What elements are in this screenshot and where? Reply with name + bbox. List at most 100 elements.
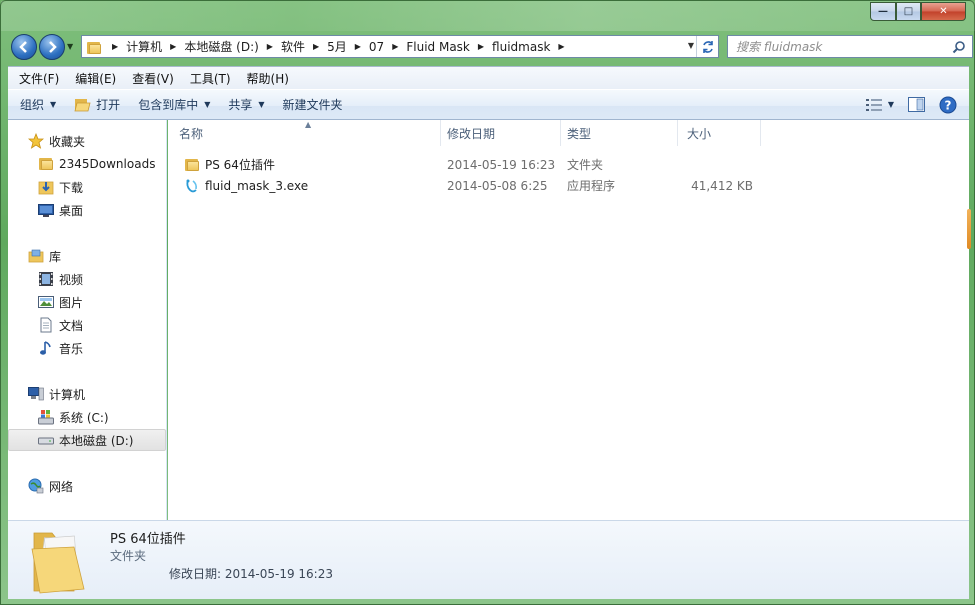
menu-edit[interactable]: 编辑(E) <box>67 70 124 87</box>
help-icon[interactable]: ? <box>939 96 957 114</box>
sidebar-item-network[interactable]: 网络 <box>8 475 166 497</box>
sidebar-item-videos[interactable]: 视频 <box>8 268 166 290</box>
breadcrumb-item[interactable]: fluidmask <box>492 40 550 54</box>
music-note-icon <box>40 341 51 355</box>
sidebar-item-favorites[interactable]: 收藏夹 <box>8 130 166 152</box>
share-label: 共享 <box>228 98 253 112</box>
sidebar-item-label: 下载 <box>59 180 84 195</box>
chevron-right-icon[interactable]: ▶ <box>478 42 484 51</box>
network-icon <box>28 478 44 494</box>
organize-button[interactable]: 组织 ▼ <box>8 90 65 119</box>
details-item-type: 文件夹 <box>110 549 147 563</box>
sort-ascending-icon: ▲ <box>305 120 312 129</box>
close-button[interactable]: ✕ <box>921 2 966 21</box>
breadcrumb-item[interactable]: 软件 <box>281 38 305 55</box>
column-header-type[interactable]: 类型 <box>556 120 678 146</box>
sidebar-item-label: 库 <box>49 249 62 264</box>
file-size: 41,412 KB <box>691 178 753 193</box>
refresh-button[interactable] <box>696 36 718 57</box>
view-controls: ▼ ? <box>865 90 957 119</box>
details-item-date: 修改日期: 2014-05-19 16:23 <box>169 567 333 581</box>
address-bar[interactable]: ▶ 计算机 ▶ 本地磁盘 (D:) ▶ 软件 ▶ 5月 ▶ 07 ▶ Fluid… <box>81 35 719 58</box>
file-name: fluid_mask_3.exe <box>205 178 309 193</box>
maximize-button[interactable]: □ <box>896 2 921 21</box>
sidebar-item-label: 音乐 <box>59 341 84 356</box>
file-name-cell: PS 64位插件 <box>184 154 275 175</box>
chevron-right-icon[interactable]: ▶ <box>313 42 319 51</box>
forward-button[interactable] <box>39 34 65 60</box>
include-in-library-button[interactable]: 包含到库中 ▼ <box>129 90 219 119</box>
breadcrumb-item[interactable]: Fluid Mask <box>406 40 470 54</box>
menu-tools[interactable]: 工具(T) <box>182 70 239 87</box>
sidebar-item-label: 网络 <box>49 479 74 494</box>
star-icon <box>28 133 44 149</box>
sidebar-item-music[interactable]: 音乐 <box>8 337 166 359</box>
details-pane: PS 64位插件 文件夹 修改日期: 2014-05-19 16:23 <box>8 520 969 599</box>
minimize-button[interactable]: — <box>870 2 896 21</box>
sidebar-item-downloads[interactable]: 下载 <box>8 176 166 198</box>
file-name-cell: fluid_mask_3.exe <box>184 175 308 196</box>
open-folder-icon <box>74 99 91 112</box>
search-placeholder: 搜索 fluidmask <box>736 40 823 54</box>
menu-file[interactable]: 文件(F) <box>11 70 67 87</box>
file-date: 2014-05-08 6:25 <box>447 178 548 193</box>
include-in-library-label: 包含到库中 <box>138 98 199 112</box>
organize-label: 组织 <box>20 98 45 112</box>
share-button[interactable]: 共享 ▼ <box>219 90 273 119</box>
breadcrumb-item[interactable]: 计算机 <box>126 38 162 55</box>
details-view-icon <box>865 98 882 111</box>
column-header-label: 修改日期 <box>447 126 496 141</box>
system-drive-icon <box>38 410 54 425</box>
computer-icon <box>28 387 44 401</box>
refresh-icon <box>702 40 713 53</box>
preview-pane-icon[interactable] <box>908 97 925 112</box>
chevron-right-icon[interactable]: ▶ <box>267 42 273 51</box>
search-icon[interactable] <box>952 40 966 54</box>
menu-view[interactable]: 查看(V) <box>124 70 182 87</box>
chevron-right-icon[interactable]: ▶ <box>112 42 118 51</box>
column-headers: 名称 ▲ 修改日期 类型 大小 <box>168 120 969 146</box>
chevron-down-icon[interactable]: ▼ <box>888 100 894 109</box>
sidebar-item-documents[interactable]: 文档 <box>8 314 166 336</box>
details-item-name: PS 64位插件 <box>110 532 186 547</box>
large-folder-icon <box>31 532 85 594</box>
sidebar-item-drive-c[interactable]: 系统 (C:) <box>8 406 166 428</box>
sidebar-item-libraries[interactable]: 库 <box>8 245 166 267</box>
sidebar-item-pictures[interactable]: 图片 <box>8 291 166 313</box>
breadcrumb-item[interactable]: 5月 <box>327 38 347 55</box>
new-folder-button[interactable]: 新建文件夹 <box>274 90 352 119</box>
column-header-date[interactable]: 修改日期 <box>436 120 561 146</box>
video-icon <box>39 272 53 286</box>
window-edge-highlight <box>967 209 971 249</box>
breadcrumb-item[interactable]: 本地磁盘 (D:) <box>184 38 258 55</box>
chevron-right-icon[interactable]: ▶ <box>170 42 176 51</box>
exe-icon <box>186 179 197 192</box>
title-bar <box>1 1 975 31</box>
file-list-pane: 名称 ▲ 修改日期 类型 大小 PS 64位插件 2014-05-19 16:2… <box>168 120 969 520</box>
command-bar: 组织 ▼ 打开 包含到库中 ▼ 共享 ▼ 新建文件夹 ▼ ? <box>8 89 969 120</box>
chevron-right-icon[interactable]: ▶ <box>355 42 361 51</box>
breadcrumb-item[interactable]: 07 <box>369 40 384 54</box>
sidebar-item-label: 视频 <box>59 272 84 287</box>
address-history-dropdown[interactable]: ▼ <box>688 41 694 50</box>
sidebar-item-2345downloads[interactable]: 2345Downloads <box>8 153 166 175</box>
chevron-down-icon: ▼ <box>258 100 265 109</box>
column-header-size[interactable]: 大小 <box>676 120 761 146</box>
menu-help[interactable]: 帮助(H) <box>239 70 297 87</box>
sidebar-item-drive-d[interactable]: 本地磁盘 (D:) <box>8 429 166 451</box>
chevron-right-icon[interactable]: ▶ <box>558 42 564 51</box>
hard-drive-icon <box>38 437 54 445</box>
file-row[interactable]: PS 64位插件 2014-05-19 16:23 文件夹 <box>168 154 969 175</box>
documents-icon <box>40 317 52 333</box>
recent-pages-dropdown[interactable]: ▼ <box>67 42 73 51</box>
back-button[interactable] <box>11 34 37 60</box>
search-input[interactable]: 搜索 fluidmask <box>727 35 973 58</box>
chevron-right-icon[interactable]: ▶ <box>392 42 398 51</box>
file-row[interactable]: fluid_mask_3.exe 2014-05-08 6:25 应用程序 41… <box>168 175 969 196</box>
sidebar-item-desktop[interactable]: 桌面 <box>8 199 166 221</box>
sidebar-item-computer[interactable]: 计算机 <box>8 383 166 405</box>
file-type: 应用程序 <box>567 179 616 193</box>
change-view-button[interactable]: ▼ <box>865 98 894 111</box>
open-button[interactable]: 打开 <box>65 90 129 119</box>
navigation-bar: ▼ ▶ 计算机 ▶ 本地磁盘 (D:) ▶ 软件 ▶ 5月 ▶ 07 ▶ Flu… <box>9 34 973 60</box>
